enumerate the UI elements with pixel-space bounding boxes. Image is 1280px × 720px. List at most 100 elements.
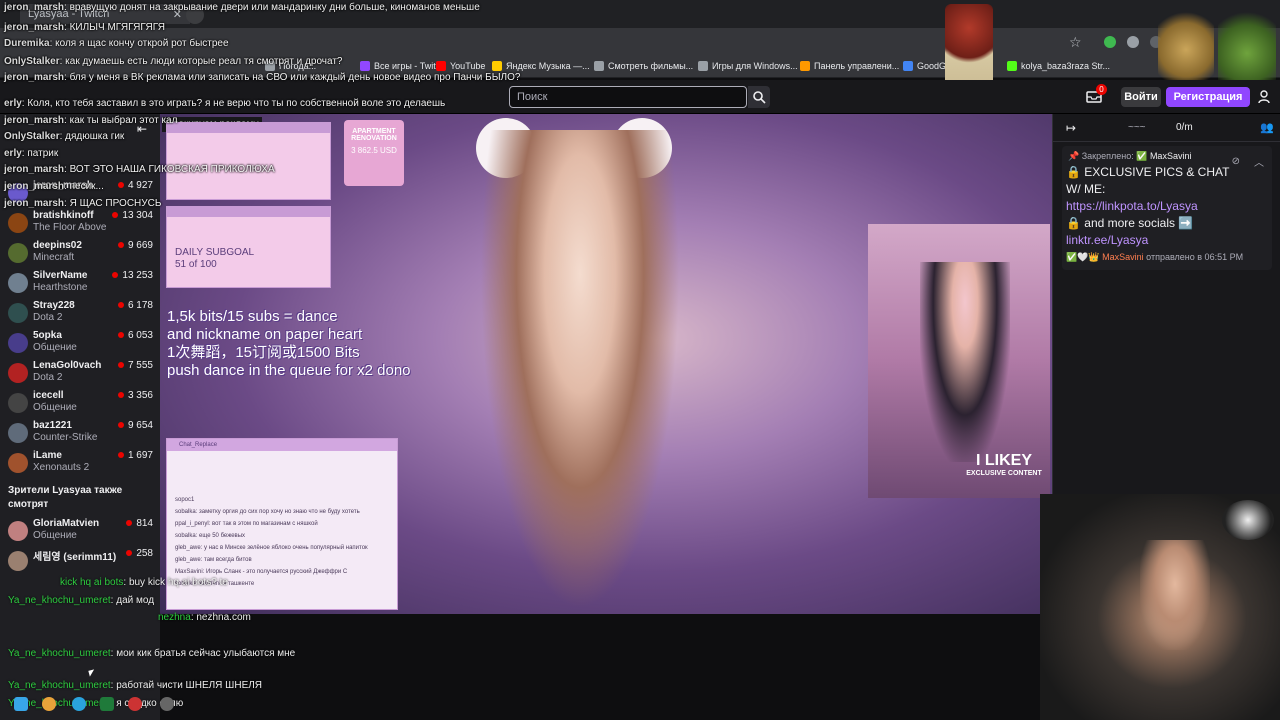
sidebar-channel[interactable]: icecell Общение 3 356 bbox=[5, 388, 160, 418]
chat-username: erly bbox=[4, 98, 22, 109]
bottom-chat-message: Ya_ne_khochu_umeret: работай чисти ШНЕЛЯ… bbox=[8, 680, 263, 691]
overlay-line: push dance in the queue for x2 dono bbox=[167, 362, 411, 379]
chat-text: КИЛЫЧ МГЯГЯГЯГЯ bbox=[69, 22, 166, 33]
login-button[interactable]: Войти bbox=[1121, 87, 1161, 107]
windows-start-icon[interactable] bbox=[14, 697, 28, 711]
chat-window-line: gleb_awe: там всегда битов bbox=[175, 557, 252, 563]
pinned-line1: 🔒 EXCLUSIVE PICS & CHAT W/ ME: bbox=[1066, 165, 1230, 196]
channel-game: Общение bbox=[33, 530, 77, 541]
chat-text: вравущую донят на закрывание двери или м… bbox=[69, 2, 480, 13]
chat-text: мои кик братья сейчас улыбаются мне bbox=[116, 648, 296, 659]
channel-name: 5opka bbox=[33, 330, 62, 341]
chevron-up-icon[interactable]: ︿ bbox=[1254, 154, 1264, 169]
chat-username: jeron_marsh bbox=[4, 198, 65, 209]
bookmark-item[interactable]: kolya_baza3raza Str... bbox=[1007, 61, 1110, 71]
sidebar-channel[interactable]: 5opka Общение 6 053 bbox=[5, 328, 160, 358]
also-watch-heading: Зрители Lyasyaa также смотрят bbox=[8, 485, 123, 510]
chat-text: работай чисти ШНЕЛЯ ШНЕЛЯ bbox=[116, 680, 263, 691]
pip-badge: I LIKEY EXCLUSIVE CONTENT bbox=[958, 452, 1050, 496]
sidebar-channel[interactable]: baz1221 Counter-Strike 9 654 bbox=[5, 418, 160, 448]
channel-name: icecell bbox=[33, 390, 64, 401]
channel-name: iLame bbox=[33, 450, 62, 461]
spreadsheet-icon[interactable] bbox=[100, 697, 114, 711]
channel-viewers: 13 304 bbox=[112, 210, 153, 221]
chat-username: jeron_marsh bbox=[4, 181, 65, 192]
bookmark-label: Все игры - Twitch bbox=[374, 61, 446, 71]
search-button[interactable] bbox=[748, 86, 770, 108]
extension-icon[interactable] bbox=[1104, 36, 1116, 48]
overlay-chat-message: OnlyStalker: как думаешь есть люди котор… bbox=[4, 56, 343, 67]
chat-header: ↦ ~~~ 0/m 👥 bbox=[1052, 114, 1280, 142]
overlay-chat-message: jeron_marsh: вравущую донят на закрывани… bbox=[4, 2, 480, 13]
chat-username: OnlyStalker bbox=[4, 131, 60, 142]
apartment-title: APARTMENT RENOVATION bbox=[351, 128, 397, 142]
sidebar-channel[interactable]: SilverName Hearthstone 13 253 bbox=[5, 268, 160, 298]
bookmark-star-icon[interactable]: ☆ bbox=[1069, 34, 1082, 51]
sidebar-channel[interactable]: LenaGol0vach Dota 2 7 555 bbox=[5, 358, 160, 388]
bookmark-item[interactable]: Панель управлени... bbox=[800, 61, 899, 71]
bookmark-item[interactable]: Игры для Windows... bbox=[698, 61, 798, 71]
chat-username: Duremika bbox=[4, 38, 50, 49]
overlay-chat-message: jeron_marsh: КИЛЫЧ МГЯГЯГЯГЯ bbox=[4, 22, 166, 33]
chat-text: патрик bbox=[27, 148, 59, 159]
bookmark-favicon-icon bbox=[594, 61, 604, 71]
overlay-chat-message: erly: патрик bbox=[4, 148, 59, 159]
channel-avatar bbox=[8, 423, 28, 443]
signup-button[interactable]: Регистрация bbox=[1166, 87, 1250, 107]
collapse-chat-icon[interactable]: ↦ bbox=[1066, 121, 1076, 135]
sidebar-channel[interactable]: iLame Xenonauts 2 1 697 bbox=[5, 448, 160, 478]
overlay-chat-message: Duremika: коля я щас кончу открой рот бы… bbox=[4, 38, 229, 49]
chat-text: ВОТ ЭТО НАША ГИКОВСКАЯ ПРИКОЛЮХА bbox=[69, 164, 275, 175]
channel-avatar bbox=[8, 393, 28, 413]
pinned-link2[interactable]: linktr.ee/Lyasya bbox=[1066, 232, 1236, 249]
bookmark-favicon-icon bbox=[698, 61, 708, 71]
search-input[interactable]: Поиск bbox=[509, 86, 747, 108]
chat-username: nezhna bbox=[158, 612, 191, 623]
channel-game: Minecraft bbox=[33, 252, 75, 263]
overlay-window bbox=[166, 122, 331, 200]
overlay-line: and nickname on paper heart bbox=[167, 326, 363, 343]
bookmark-item[interactable]: Все игры - Twitch bbox=[360, 61, 445, 71]
channel-viewers: 3 356 bbox=[118, 390, 153, 401]
subgoal-window: DAILY SUBGOAL 51 of 100 bbox=[166, 206, 331, 288]
chat-username: Ya_ne_khochu_umeret bbox=[8, 595, 111, 606]
bookmark-favicon-icon bbox=[436, 61, 446, 71]
chat-text: как думаешь есть люди которые реал тя см… bbox=[65, 56, 343, 67]
chat-text: как ты выбрал этот кал bbox=[69, 115, 178, 126]
sidebar-channel[interactable]: bratishkinoff The Floor Above 13 304 bbox=[5, 208, 160, 238]
channel-name: Stray228 bbox=[33, 300, 75, 311]
bottom-chat-message: Ya_ne_khochu_umeret: я сладко сплю bbox=[8, 698, 183, 709]
overlay-chat-message: jeron_marsh: Я ЩАС ПРОСНУСЬ bbox=[4, 198, 162, 209]
user-icon[interactable] bbox=[1258, 90, 1270, 104]
chat-window-title: Chat_Replace bbox=[167, 439, 397, 451]
overlay-chat-message: jeron_marsh: бля у меня в ВК реклама или… bbox=[4, 72, 521, 83]
bookmark-item[interactable]: YouTube bbox=[436, 61, 485, 71]
pip-figure bbox=[920, 262, 1010, 462]
sidebar-channel[interactable]: Stray228 Dota 2 6 178 bbox=[5, 298, 160, 328]
overlay-line: 1次舞蹈，15订阅或1500 Bits bbox=[167, 344, 360, 361]
app-icon[interactable] bbox=[128, 697, 142, 711]
chrome-icon[interactable] bbox=[42, 697, 56, 711]
bookmark-item[interactable]: Смотреть фильмы... bbox=[594, 61, 693, 71]
channel-name: bratishkinoff bbox=[33, 210, 94, 221]
channel-game: Hearthstone bbox=[33, 282, 88, 293]
channel-avatar bbox=[8, 243, 28, 263]
app-icon[interactable] bbox=[160, 697, 174, 711]
bookmark-item[interactable]: Яндекс Музыка —... bbox=[492, 61, 590, 71]
sidebar-channel[interactable]: GloriaMatvien Общение 814 bbox=[5, 516, 160, 546]
users-icon[interactable]: 👥 bbox=[1260, 121, 1274, 134]
channel-viewers: 9 654 bbox=[118, 420, 153, 431]
chat-text: buy kick hq ai bots? te bbox=[128, 577, 228, 588]
chat-text: дай мод bbox=[116, 595, 155, 606]
chat-window-line: MaxSavini: Игорь Сланк - это получается … bbox=[175, 569, 348, 575]
chat-window-line: gleb_awe: у нас в Минске зелёное яблоко … bbox=[175, 545, 368, 551]
pinned-link1[interactable]: https://linkpota.to/Lyasya bbox=[1066, 198, 1236, 215]
telegram-icon[interactable] bbox=[72, 697, 86, 711]
overlay-text: 1,5k bits/15 subs = dance and nickname on… bbox=[167, 308, 467, 380]
extension-icon[interactable] bbox=[1127, 36, 1139, 48]
chat-text: Я ЩАС ПРОСНУСЬ bbox=[69, 198, 162, 209]
chat-text: Коля, кто тебя заставил в это играть? я … bbox=[27, 98, 446, 109]
sidebar-channel[interactable]: deepins02 Minecraft 9 669 bbox=[5, 238, 160, 268]
sidebar-channel[interactable]: 세림영 (serimm11) 258 bbox=[5, 546, 160, 576]
channel-game: Общение bbox=[33, 402, 77, 413]
